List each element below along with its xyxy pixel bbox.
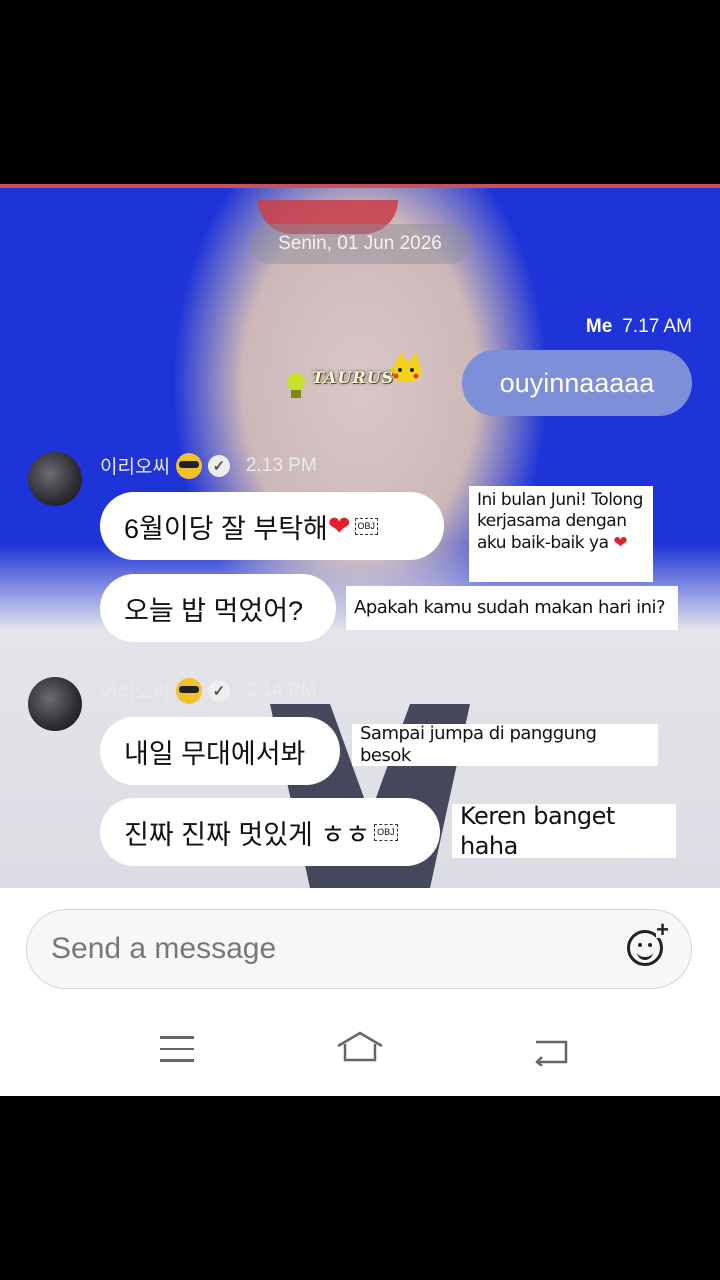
sunglasses-emoji-icon [175,452,202,479]
object-placeholder-icon: OBJ [354,517,379,535]
object-placeholder-icon: OBJ [374,823,398,841]
message-input-placeholder: Send a message [51,932,277,965]
my-message-meta: Me 7.17 AM [586,316,692,338]
message-bubble[interactable]: 진짜 진짜 멋있게 ㅎㅎ OBJ [100,798,440,866]
home-icon[interactable] [336,1030,384,1064]
translation-caption: Apakah kamu sudah makan hari ini? [346,586,678,630]
red-heart-icon: ❤ [613,532,628,553]
avatar[interactable] [28,452,82,506]
translation-caption: Keren banget haha [452,802,676,860]
message-text: 오늘 밥 먹었어? [124,595,304,626]
date-separator: Senin, 01 Jun 2026 [250,224,470,264]
message-text: 내일 무대에서봐 [124,738,306,769]
back-icon[interactable] [532,1038,570,1066]
message-bubble[interactable]: 오늘 밥 먹었어? [100,574,336,642]
message-text: 6월이당 잘 부탁해 [124,513,328,544]
translation-caption: Sampai jumpa di panggung besok [352,723,658,766]
plus-icon: + [656,917,669,942]
verified-badge-icon: ✓ [207,454,230,477]
sunglasses-emoji-icon [175,677,202,704]
sender-line: 이리오씨 ✓ 2.13 PM [100,452,317,479]
my-message-time: 7.17 AM [622,316,692,337]
my-message-bubble[interactable]: ouyinnaaaaa [462,350,692,416]
message-time: 2.14 PM [245,679,317,701]
message-bubble[interactable]: 내일 무대에서봐 [100,717,340,785]
sticker-label: TAURUS [312,368,395,387]
avatar[interactable] [28,677,82,731]
sender-name: 이리오씨 [100,682,170,703]
message-text: 진짜 진짜 멋있게 ㅎㅎ [124,819,371,850]
red-heart-icon: ❤ [327,510,351,541]
taurus-sticker: TAURUS [282,350,432,400]
verified-badge-icon: ✓ [207,679,230,702]
sender-name: 이리오씨 [100,457,170,478]
translation-caption: Ini bulan Juni! Tolong kerjasama dengan … [469,486,653,582]
sender-line: 이리오씨 ✓ 2.14 PM [100,677,317,704]
message-time: 2.13 PM [245,454,317,476]
bottom-bar: Send a message + [0,888,720,1096]
message-bubble[interactable]: 6월이당 잘 부탁해 ❤ OBJ [100,492,444,560]
message-input[interactable]: Send a message + [26,909,692,989]
top-accent-line [0,184,720,188]
my-sender-label: Me [585,316,613,337]
chat-area: Senin, 01 Jun 2026 Me 7.17 AM ouyinnaaaaa… [0,184,720,888]
menu-icon[interactable] [160,1036,194,1071]
